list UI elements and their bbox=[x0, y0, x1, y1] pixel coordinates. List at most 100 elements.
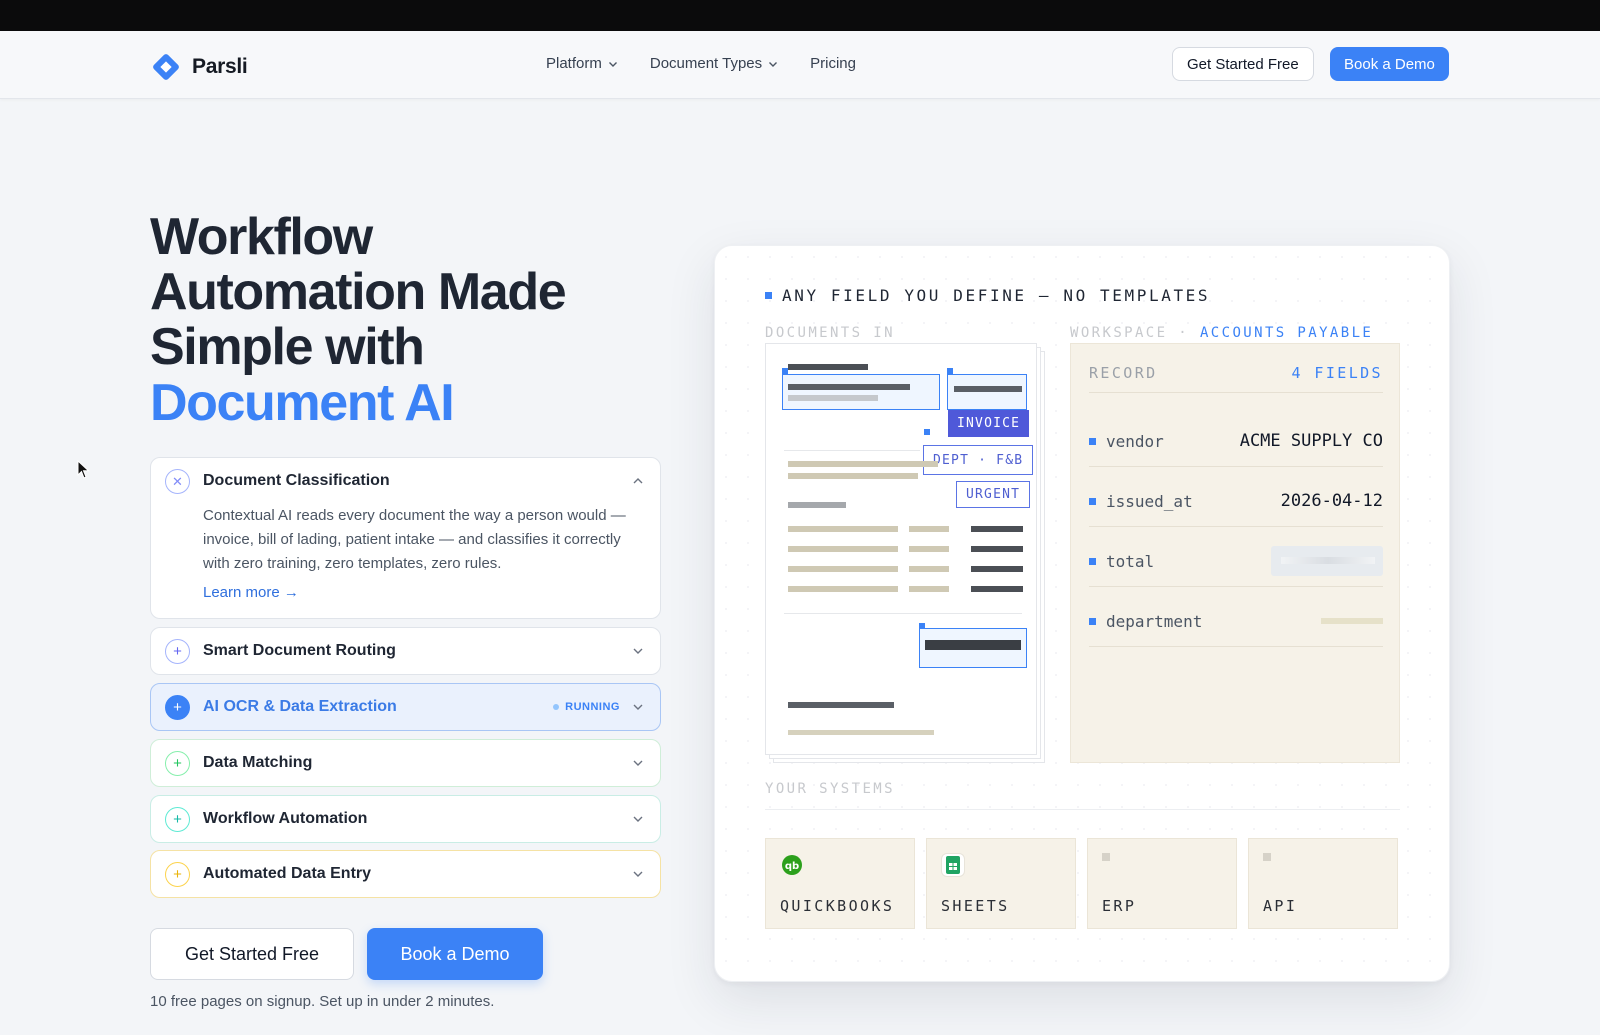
mouse-cursor-icon bbox=[77, 460, 90, 479]
plus-icon: + bbox=[165, 638, 190, 664]
parsli-logo-icon bbox=[150, 51, 182, 83]
accordion-item-document-classification: ✕ Document Classification Contextual AI … bbox=[150, 457, 661, 619]
doc-line bbox=[925, 640, 1021, 650]
doc-line bbox=[788, 395, 878, 401]
nav-platform-label: Platform bbox=[546, 55, 602, 72]
doc-line bbox=[971, 566, 1023, 572]
doc-line bbox=[788, 502, 846, 508]
learn-more-link[interactable]: Learn more → bbox=[203, 581, 299, 605]
document-stack: INVOICE DEPT · F&B URGENT bbox=[765, 343, 1045, 763]
accordion-header[interactable]: + Smart Document Routing bbox=[151, 628, 660, 674]
brand-name: Parsli bbox=[192, 55, 248, 78]
nav-platform[interactable]: Platform bbox=[546, 55, 618, 72]
accordion-item-automated-data-entry[interactable]: + Automated Data Entry bbox=[150, 850, 661, 898]
doc-line bbox=[971, 586, 1023, 592]
system-tile-quickbooks[interactable]: qb QUICKBOOKS bbox=[765, 838, 915, 929]
accordion-header[interactable]: + Automated Data Entry bbox=[151, 851, 660, 897]
field-key: total bbox=[1106, 551, 1155, 571]
close-icon[interactable]: ✕ bbox=[165, 468, 190, 494]
record-divider bbox=[1089, 466, 1383, 467]
accordion-title: Workflow Automation bbox=[203, 810, 368, 827]
book-demo-button[interactable]: Book a Demo bbox=[367, 928, 543, 980]
plus-icon: + bbox=[165, 694, 190, 720]
doc-line bbox=[788, 586, 898, 592]
header-book-demo-button[interactable]: Book a Demo bbox=[1330, 47, 1449, 81]
workspace-record-panel: RECORD 4 FIELDS vendor ACME SUPPLY CO is… bbox=[1070, 343, 1400, 763]
field-key: vendor bbox=[1106, 431, 1164, 451]
field-row-department[interactable]: department bbox=[1089, 611, 1383, 631]
header-get-started-button[interactable]: Get Started Free bbox=[1172, 47, 1314, 81]
record-divider bbox=[1089, 526, 1383, 527]
status-dot bbox=[553, 704, 560, 710]
system-name: QUICKBOOKS bbox=[780, 897, 895, 915]
tag-urgent: URGENT bbox=[956, 481, 1031, 508]
workspace-label: WORKSPACE · ACCOUNTS PAYABLE bbox=[1070, 325, 1373, 341]
accordion-header[interactable]: + Workflow Automation bbox=[151, 796, 660, 842]
system-tile-sheets[interactable]: SHEETS bbox=[926, 838, 1076, 929]
accordion-header[interactable]: + Data Matching bbox=[151, 740, 660, 786]
documents-in-label: DOCUMENTS IN bbox=[765, 325, 895, 341]
hero-title: Workflow Automation Made Simple with Doc… bbox=[150, 210, 670, 431]
site-header: Parsli Platform Document Types Pricing G… bbox=[0, 31, 1600, 99]
accordion-title: AI OCR & Data Extraction bbox=[203, 698, 397, 715]
accordion-item-workflow-automation[interactable]: + Workflow Automation bbox=[150, 795, 661, 843]
accordion-header[interactable]: + AI OCR & Data Extraction RUNNING bbox=[151, 684, 660, 730]
accordion-description: Contextual AI reads every document the w… bbox=[203, 507, 626, 572]
chevron-down-icon bbox=[633, 871, 643, 877]
record-field-count: 4 FIELDS bbox=[1291, 364, 1383, 382]
doc-line bbox=[909, 526, 949, 532]
document-page[interactable]: INVOICE DEPT · F&B URGENT bbox=[765, 343, 1037, 755]
square-bullet-icon bbox=[1089, 497, 1096, 505]
browser-top-bar bbox=[0, 0, 1600, 31]
svg-text:qb: qb bbox=[785, 861, 799, 872]
accordion-body: Contextual AI reads every document the w… bbox=[151, 504, 660, 621]
accordion-item-ocr-extraction[interactable]: + AI OCR & Data Extraction RUNNING bbox=[150, 683, 661, 731]
doc-line bbox=[788, 364, 868, 370]
doc-divider bbox=[784, 450, 920, 451]
accordion-item-smart-routing[interactable]: + Smart Document Routing bbox=[150, 627, 661, 675]
get-started-button[interactable]: Get Started Free bbox=[150, 928, 354, 980]
accordion-item-data-matching[interactable]: + Data Matching bbox=[150, 739, 661, 787]
nav-document-types[interactable]: Document Types bbox=[650, 55, 778, 72]
doc-divider bbox=[784, 613, 1022, 614]
square-bullet-icon bbox=[1089, 617, 1096, 625]
chevron-down-icon bbox=[633, 648, 643, 654]
field-value-pending bbox=[1321, 618, 1383, 624]
chevron-up-icon bbox=[633, 478, 643, 484]
signup-note: 10 free pages on signup. Set up in under… bbox=[150, 993, 495, 1010]
nav-pricing[interactable]: Pricing bbox=[810, 55, 856, 72]
doc-line bbox=[971, 526, 1023, 532]
accordion-title: Data Matching bbox=[203, 754, 313, 771]
erp-icon bbox=[1102, 853, 1110, 861]
doc-line bbox=[788, 384, 910, 390]
accordion-header[interactable]: ✕ Document Classification bbox=[151, 458, 660, 504]
doc-line bbox=[788, 473, 918, 479]
doc-line bbox=[788, 702, 894, 708]
system-name: SHEETS bbox=[941, 897, 1010, 915]
brand-logo[interactable]: Parsli bbox=[150, 51, 248, 83]
system-name: ERP bbox=[1102, 897, 1137, 915]
record-divider bbox=[1089, 646, 1383, 647]
square-bullet-icon bbox=[1089, 437, 1096, 445]
chevron-down-icon bbox=[633, 704, 643, 710]
hero-title-line-3: Simple with bbox=[150, 318, 425, 376]
status-label: RUNNING bbox=[565, 701, 620, 713]
main-nav: Platform Document Types Pricing bbox=[546, 55, 856, 72]
sheets-icon bbox=[941, 853, 965, 877]
record-header: RECORD 4 FIELDS bbox=[1089, 364, 1383, 382]
field-row-total[interactable]: total bbox=[1089, 546, 1383, 576]
chevron-down-icon bbox=[633, 816, 643, 822]
quickbooks-icon: qb bbox=[780, 853, 804, 877]
doc-line bbox=[788, 730, 934, 735]
workspace-prefix: WORKSPACE · bbox=[1070, 325, 1190, 341]
workspace-name: ACCOUNTS PAYABLE bbox=[1199, 325, 1374, 341]
system-tile-erp[interactable]: ERP bbox=[1087, 838, 1237, 929]
field-row-issued-at[interactable]: issued_at 2026-04-12 bbox=[1089, 491, 1383, 511]
doc-line bbox=[971, 546, 1023, 552]
doc-line bbox=[788, 526, 898, 532]
doc-line bbox=[909, 546, 949, 552]
demo-card: ANY FIELD YOU DEFINE — NO TEMPLATES DOCU… bbox=[714, 245, 1450, 982]
plus-icon: + bbox=[165, 861, 190, 887]
system-tile-api[interactable]: API bbox=[1248, 838, 1398, 929]
field-row-vendor[interactable]: vendor ACME SUPPLY CO bbox=[1089, 431, 1383, 451]
